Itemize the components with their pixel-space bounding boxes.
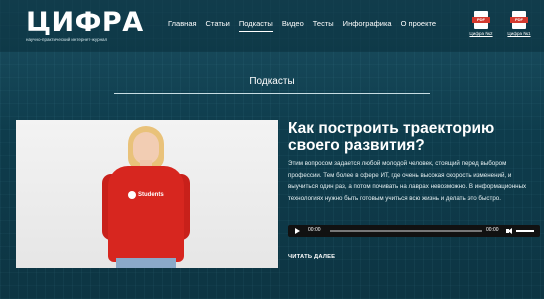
duration-time: 00:00 bbox=[486, 227, 499, 233]
main-nav: Главная Статьи Подкасты Видео Тесты Инфо… bbox=[168, 19, 436, 32]
site-header: ЦИФРА научно-практический интернет-журна… bbox=[0, 0, 544, 52]
current-time: 00:00 bbox=[308, 227, 321, 233]
article-excerpt: Этим вопросом задается любой молодой чел… bbox=[288, 160, 527, 202]
pdf-badge: PDF bbox=[472, 17, 490, 23]
audio-player: 00:00 00:00 bbox=[288, 225, 540, 237]
logo-subtitle: научно-практический интернет-журнал bbox=[26, 37, 108, 42]
download-label: Цифра №2 bbox=[469, 31, 493, 36]
nav-articles[interactable]: Статьи bbox=[206, 19, 230, 32]
pdf-icon: PDF bbox=[472, 11, 490, 29]
students-logo-icon bbox=[128, 191, 136, 199]
section-divider bbox=[114, 93, 430, 94]
download-issue-1[interactable]: PDF Цифра №1 bbox=[505, 11, 533, 36]
volume-icon[interactable] bbox=[506, 228, 514, 234]
sweater-logo: Students bbox=[128, 190, 166, 200]
nav-infographics[interactable]: Инфографика bbox=[343, 19, 392, 32]
nav-podcasts[interactable]: Подкасты bbox=[238, 19, 273, 32]
section-title: Подкасты bbox=[249, 76, 295, 87]
person-jeans bbox=[116, 258, 176, 268]
pdf-badge: PDF bbox=[510, 17, 528, 23]
volume-slider[interactable] bbox=[516, 230, 534, 232]
nav-tests[interactable]: Тесты bbox=[313, 19, 334, 32]
play-icon[interactable] bbox=[295, 228, 300, 234]
red-sweater bbox=[108, 166, 184, 262]
pdf-icon: PDF bbox=[510, 11, 528, 29]
nav-video[interactable]: Видео bbox=[282, 19, 304, 32]
progress-slider[interactable] bbox=[330, 230, 482, 232]
read-more-link[interactable]: ЧИТАТЬ ДАЛЕЕ bbox=[288, 254, 335, 260]
download-label: Цифра №1 bbox=[507, 31, 531, 36]
article-photo[interactable]: Students bbox=[16, 120, 278, 268]
download-issue-2[interactable]: PDF Цифра №2 bbox=[467, 11, 495, 36]
nav-about[interactable]: О проекте bbox=[401, 19, 436, 32]
site-logo[interactable]: ЦИФРА bbox=[26, 7, 144, 38]
article-title[interactable]: Как построить траекторию своего развития… bbox=[288, 120, 540, 154]
sweater-logo-text: Students bbox=[138, 192, 164, 198]
nav-home[interactable]: Главная bbox=[168, 19, 197, 32]
